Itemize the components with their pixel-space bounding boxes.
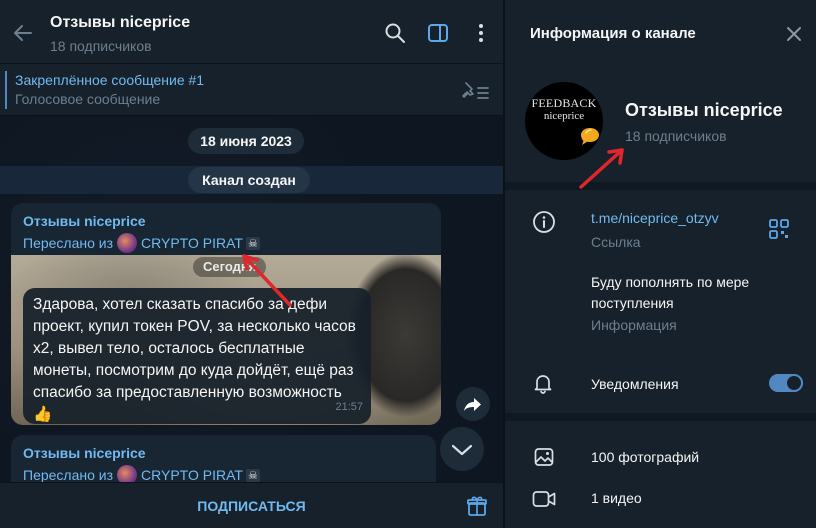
channel-name: Отзывы niceprice xyxy=(625,100,783,120)
message-time: 21:57 xyxy=(335,401,363,413)
chat-title[interactable]: Отзывы niceprice xyxy=(50,14,190,32)
forwarded-prefix: Переслано из xyxy=(23,467,114,483)
message-bubble[interactable]: Отзывы niceprice Переслано из CRYPTO PIR… xyxy=(11,203,441,425)
image-icon xyxy=(534,447,554,467)
section-separator xyxy=(505,182,816,190)
avatar-subtext: niceprice xyxy=(543,110,585,122)
chat-pane: Отзывы niceprice 18 подписчиков Закреплё… xyxy=(0,0,503,528)
pinned-indicator xyxy=(5,71,7,109)
message-text: Здарова, хотел сказать спасибо за дефи п… xyxy=(33,296,356,423)
channel-link-caption: Ссылка xyxy=(591,234,641,250)
chat-subscriber-count: 18 подписчиков xyxy=(50,38,152,54)
skull-icon: ☠ xyxy=(245,468,260,482)
channel-link[interactable]: t.me/niceprice_otzyv xyxy=(591,210,719,226)
notifications-toggle[interactable] xyxy=(769,374,803,392)
date-separator: 18 июня 2023 xyxy=(188,128,304,154)
scroll-down-button[interactable] xyxy=(440,427,484,471)
message-author[interactable]: Отзывы niceprice xyxy=(23,213,146,229)
photo-date-badge: Сегодня xyxy=(193,257,267,277)
subscribe-button[interactable]: ПОДПИСАТЬСЯ xyxy=(0,483,503,528)
panel-title: Информация о канале xyxy=(530,25,696,42)
bell-icon xyxy=(532,372,554,394)
avatar-text: FEEDBACK xyxy=(531,96,597,110)
gift-icon[interactable] xyxy=(466,495,488,517)
qr-code-icon[interactable] xyxy=(768,218,790,240)
pinned-message-bar[interactable]: Закреплённое сообщение #1 Голосовое сооб… xyxy=(0,64,503,116)
channel-avatar[interactable]: FEEDBACK niceprice xyxy=(525,82,603,160)
pinned-list-icon[interactable] xyxy=(460,80,492,102)
avatar xyxy=(117,233,138,253)
skull-icon: ☠ xyxy=(245,236,260,250)
video-icon xyxy=(532,489,556,509)
channel-description-caption: Информация xyxy=(591,317,677,333)
back-arrow-icon[interactable] xyxy=(12,22,34,44)
forwarded-prefix: Переслано из xyxy=(23,235,114,251)
info-icon xyxy=(532,210,556,234)
forwarded-source-name[interactable]: CRYPTO PIRAT xyxy=(141,467,243,483)
shared-videos-item[interactable]: 1 видео xyxy=(591,490,642,506)
message-photo[interactable]: Сегодня Здарова, хотел сказать спасибо з… xyxy=(11,255,441,425)
section-separator xyxy=(505,413,816,421)
message-text-block: Здарова, хотел сказать спасибо за дефи п… xyxy=(23,288,371,424)
forwarded-source-name[interactable]: CRYPTO PIRAT xyxy=(141,235,243,251)
close-icon[interactable] xyxy=(783,23,805,45)
speech-bubble-icon xyxy=(577,126,603,148)
channel-description: Буду пополнять по мере поступления xyxy=(591,274,750,311)
forwarded-from[interactable]: Переслано из CRYPTO PIRAT ☠ xyxy=(23,233,260,253)
service-message: Канал создан xyxy=(188,167,310,193)
channel-subscriber-count[interactable]: 18 подписчиков xyxy=(625,128,727,144)
channel-info-panel: Информация о канале FEEDBACK niceprice О… xyxy=(505,0,816,528)
pinned-text: Голосовое сообщение xyxy=(15,91,161,107)
sidebar-toggle-icon[interactable] xyxy=(427,22,449,44)
pinned-title: Закреплённое сообщение #1 xyxy=(15,72,205,88)
toggle-knob xyxy=(785,374,803,392)
notifications-label: Уведомления xyxy=(591,376,679,392)
search-icon[interactable] xyxy=(384,22,406,44)
more-vertical-icon[interactable] xyxy=(470,22,492,44)
chat-header[interactable]: Отзывы niceprice 18 подписчиков xyxy=(0,0,503,64)
bottom-bar: ПОДПИСАТЬСЯ xyxy=(0,482,503,528)
shared-photos-item[interactable]: 100 фотографий xyxy=(591,449,699,465)
forward-share-button[interactable] xyxy=(456,387,490,421)
message-author[interactable]: Отзывы niceprice xyxy=(23,445,146,461)
